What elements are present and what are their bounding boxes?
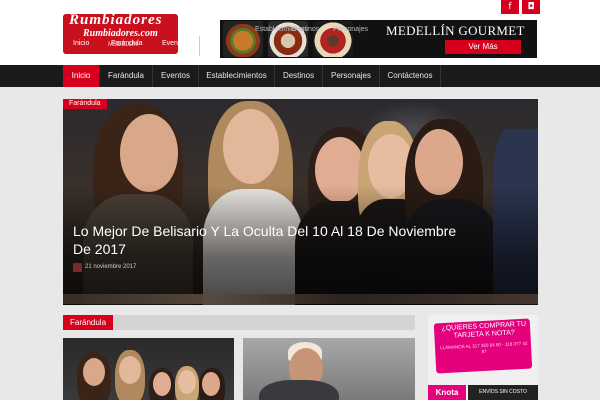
logo-text: Rumbiadores: [69, 14, 163, 28]
ghost-nav-destinos: Destinos: [292, 26, 320, 33]
person-body: [259, 380, 339, 400]
top-bar: f ◘: [0, 0, 600, 14]
instagram-icon[interactable]: ◘: [522, 0, 540, 14]
nav-contactenos[interactable]: Contáctenos: [380, 65, 441, 87]
person-face: [120, 114, 178, 192]
sidebar-ad[interactable]: ¿QUIERES COMPRAR TU TARJETA K NOTA? LLÁM…: [428, 315, 538, 400]
banner-title: MEDELLÍN GOURMET: [386, 23, 525, 38]
ver-mas-button[interactable]: Ver Más: [445, 40, 521, 54]
ghost-nav-personajes: Personajes: [333, 26, 369, 33]
author-avatar: [73, 263, 82, 272]
header-divider: [199, 36, 200, 56]
hero-date: 21 noviembre 2017: [85, 264, 137, 270]
ad-shipping: ENVÍOS SIN COSTO: [468, 385, 538, 400]
site-logo[interactable]: Rumbiadores Rumbiadores.com MEDELLÍN: [63, 14, 178, 54]
nav-personajes[interactable]: Personajes: [323, 65, 380, 87]
facebook-icon[interactable]: f: [501, 0, 519, 14]
nav-farandula[interactable]: Farándula: [100, 65, 153, 87]
person-face: [178, 370, 196, 394]
logo-url: Rumbiadores.com: [83, 28, 158, 39]
nav-inicio[interactable]: Inicio: [63, 65, 100, 87]
person-face: [83, 358, 105, 386]
page: f ◘ Rumbiadores Rumbiadores.com MEDELLÍN…: [0, 0, 600, 400]
header: Rumbiadores Rumbiadores.com MEDELLÍN Ini…: [0, 14, 600, 65]
person-face: [223, 109, 279, 184]
article-thumbnail[interactable]: [63, 338, 234, 400]
hero-thumbnail-strip[interactable]: [63, 294, 538, 304]
nav-destinos[interactable]: Destinos: [275, 65, 323, 87]
hero-title[interactable]: Lo Mejor De Belisario Y La Oculta Del 10…: [73, 222, 473, 258]
ghost-nav-inicio: Inicio: [73, 40, 90, 47]
hero-article[interactable]: Farándula Lo Mejor De Belisario Y La Ocu…: [63, 99, 538, 305]
ghost-nav-farandula: Farándula: [111, 40, 143, 47]
nav-establecimientos[interactable]: Establecimientos: [199, 65, 275, 87]
section-title[interactable]: Farándula: [63, 315, 114, 330]
section-header-bar: [63, 315, 415, 330]
person-face: [202, 372, 220, 396]
hero-category-badge[interactable]: Farándula: [63, 99, 107, 109]
knota-logo: Knota: [428, 385, 466, 400]
article-thumbnail[interactable]: [243, 338, 415, 400]
main-nav: Inicio Farándula Eventos Establecimiento…: [0, 65, 600, 87]
ghost-nav-eventos: Eventos: [162, 40, 188, 47]
person-face: [153, 372, 171, 396]
gourmet-banner[interactable]: Establecimientos Destinos Personajes MED…: [220, 20, 537, 58]
nav-eventos[interactable]: Eventos: [153, 65, 199, 87]
person-face: [119, 356, 141, 384]
